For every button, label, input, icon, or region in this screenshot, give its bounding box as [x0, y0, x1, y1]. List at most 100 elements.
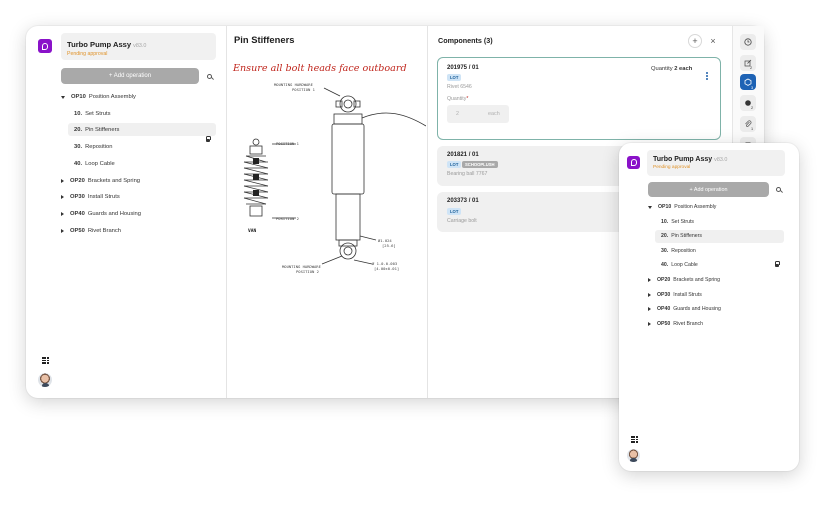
tree-item-label: Rivet Branch — [673, 320, 703, 327]
add-operation-button[interactable]: + Add operation — [61, 68, 199, 84]
tree-item-number: 30. — [661, 247, 669, 254]
chevron-right-icon[interactable] — [648, 321, 651, 326]
user-avatar[interactable] — [627, 449, 640, 462]
tree-item[interactable]: OP20 Brackets and Spring — [61, 178, 140, 184]
chevron-right-icon[interactable] — [648, 292, 651, 297]
chevron-right-icon[interactable] — [61, 195, 64, 200]
project-card[interactable]: Turbo Pump Assy v83.0 Pending approval — [647, 150, 785, 176]
edit-count: 2 — [750, 66, 753, 70]
tree-item[interactable]: OP10 Position Assembly — [648, 204, 716, 210]
tree-item-number: OP40 — [70, 210, 85, 217]
tree-item[interactable]: OP40 Guards and Housing — [648, 306, 721, 312]
parameters-button[interactable] — [740, 95, 756, 111]
tree-item[interactable]: OP20 Brackets and Spring — [648, 277, 720, 283]
tree-item[interactable]: OP50 Rivet Branch — [648, 321, 703, 327]
quantity-input-value: 2 — [456, 111, 459, 117]
drawing-label-pos1: POSITION 1 — [276, 141, 300, 146]
tree-item-label: Position Assembly — [674, 204, 717, 210]
chevron-right-icon[interactable] — [61, 228, 64, 233]
search-button[interactable] — [202, 69, 216, 83]
tree-item-label: Position Assembly — [88, 94, 136, 100]
history-button[interactable] — [740, 34, 756, 50]
drawing-label-dim1b: [25.6] — [382, 243, 396, 248]
project-status: Pending approval — [67, 51, 108, 57]
project-title: Turbo Pump Assy v83.0 — [67, 40, 147, 49]
drawing-label-mount-top-pos: POSITION 1 — [292, 87, 316, 92]
more-options-icon[interactable] — [706, 72, 708, 82]
tree-item-number: OP10 — [658, 204, 672, 210]
tree-item[interactable]: 30. Reposition — [661, 248, 696, 254]
tree-item[interactable]: 10. Set Struts — [661, 219, 694, 225]
chevron-right-icon[interactable] — [61, 211, 64, 216]
tree-item-number: 10. — [74, 110, 83, 117]
apps-grid-icon[interactable] — [631, 436, 638, 443]
project-title: Turbo Pump Assy v83.0 — [653, 156, 728, 163]
components-header: Components (3) — [438, 36, 493, 45]
tree-item[interactable]: OP30 Install Struts — [648, 292, 702, 298]
components-button[interactable] — [740, 74, 756, 90]
lock-icon — [775, 261, 780, 267]
tree-item-number: 10. — [661, 218, 669, 225]
drawing-label-pos2: POSITION 2 — [276, 216, 299, 221]
drawing-label-van: VAN — [248, 228, 257, 234]
tree-item-label: Guards and Housing — [87, 210, 141, 217]
step-note: Ensure all bolt heads face outboard — [233, 63, 407, 74]
tree-item-label: Loop Cable — [671, 262, 698, 269]
tree-item-number: 30. — [74, 144, 83, 151]
close-panel-button[interactable]: × — [706, 34, 720, 48]
edit-button[interactable] — [740, 55, 756, 71]
parameters-count: 2 — [751, 106, 754, 110]
tag-badge: SCHOOPLUSH — [462, 161, 498, 168]
tree-item-label: Install Struts — [673, 291, 702, 298]
app-logo-icon[interactable] — [627, 156, 640, 169]
project-card[interactable]: Turbo Pump Assy v83.0 Pending approval — [61, 33, 216, 60]
add-component-button[interactable]: + — [688, 34, 702, 48]
tree-item-number: OP10 — [71, 94, 86, 100]
component-id: 201975 / 01 — [447, 65, 479, 71]
tree-item[interactable]: OP40 Guards and Housing — [61, 211, 141, 217]
search-icon — [206, 73, 212, 79]
chevron-down-icon[interactable] — [61, 95, 65, 99]
tree-item-label: Reposition — [85, 144, 113, 151]
project-status: Pending approval — [653, 165, 691, 170]
tree-item-number: 40. — [74, 160, 83, 167]
search-button[interactable] — [771, 182, 785, 196]
chevron-right-icon[interactable] — [648, 278, 651, 282]
tree-item[interactable]: OP50 Rivet Branch — [61, 228, 121, 234]
tree-item[interactable]: 30. Reposition — [74, 144, 112, 150]
chevron-down-icon[interactable] — [648, 205, 652, 209]
add-operation-button[interactable]: + Add operation — [648, 182, 769, 197]
tree-item-number: OP20 — [70, 177, 85, 184]
chevron-right-icon[interactable] — [648, 307, 651, 312]
tree-item[interactable]: 20. Pin Stiffeners — [661, 233, 702, 239]
tree-item[interactable]: 20. Pin Stiffeners — [74, 127, 119, 133]
project-version: v83.0 — [714, 157, 728, 163]
user-avatar[interactable] — [38, 373, 52, 387]
lot-badge: LOT — [447, 208, 462, 215]
search-icon — [775, 186, 781, 192]
tree-item-number: OP30 — [70, 194, 85, 201]
component-id: 203373 / 01 — [447, 198, 479, 204]
cube-icon — [744, 78, 752, 86]
tree-item[interactable]: 40. Loop Cable — [74, 161, 115, 167]
tree-item-label: Pin Stiffeners — [671, 233, 702, 240]
tree-item-number: OP30 — [657, 291, 671, 298]
chevron-right-icon[interactable] — [61, 178, 64, 183]
project-version: v83.0 — [133, 43, 147, 49]
component-name: Bearing ball 7767 — [447, 171, 488, 177]
tree-item[interactable]: 10. Set Struts — [74, 111, 111, 117]
tree-item[interactable]: 40. Loop Cable — [661, 262, 698, 268]
tree-item[interactable]: OP30 Install Struts — [61, 194, 120, 200]
tree-item-label: Brackets and Spring — [87, 177, 141, 184]
divider — [226, 26, 227, 398]
quantity-input[interactable]: 2 each — [447, 105, 509, 123]
tree-item-number: OP50 — [70, 227, 85, 234]
lot-badge: LOT — [447, 161, 462, 168]
component-id: 201821 / 01 — [447, 152, 479, 158]
attachments-button[interactable] — [740, 116, 756, 132]
tree-item-label: Set Struts — [671, 218, 694, 225]
apps-grid-icon[interactable] — [42, 357, 49, 364]
tree-item-number: 20. — [74, 127, 83, 134]
app-logo-icon[interactable] — [38, 39, 52, 53]
tree-item[interactable]: OP10 Position Assembly — [61, 94, 136, 100]
